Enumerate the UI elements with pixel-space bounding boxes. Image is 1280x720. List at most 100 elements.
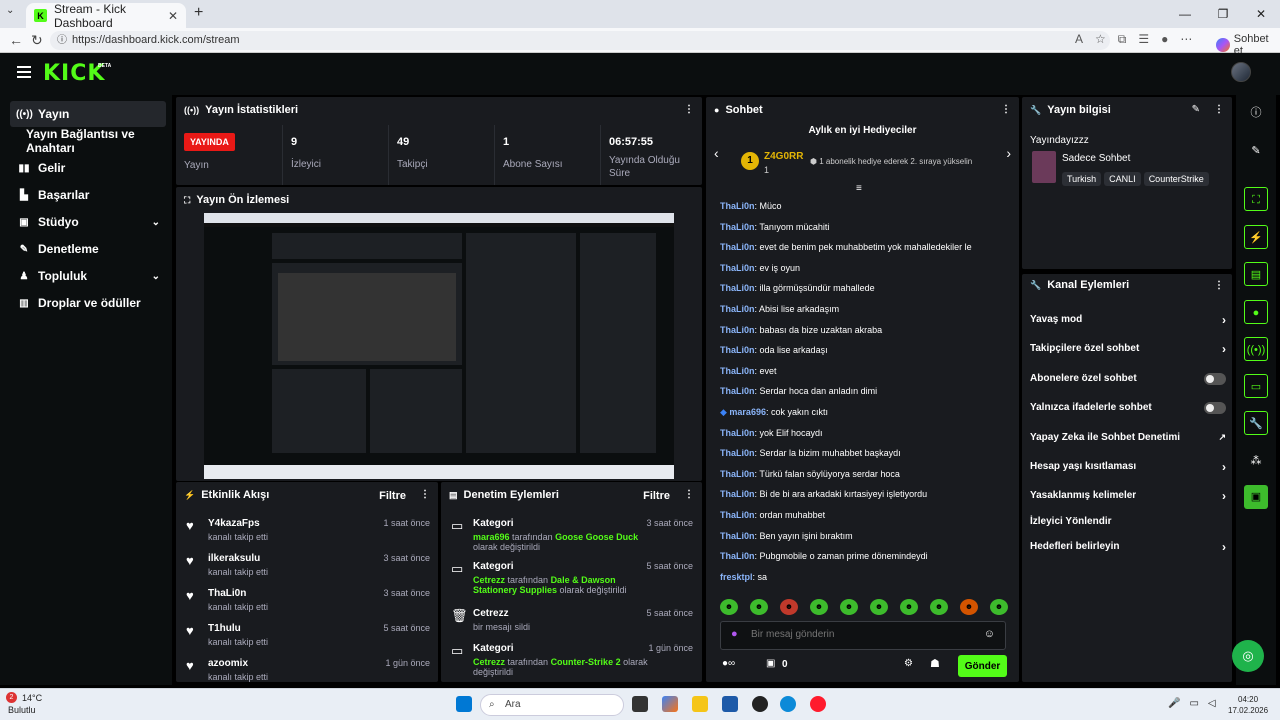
apps-icon[interactable]: ⁂: [1244, 449, 1268, 473]
info-icon[interactable]: ⓘ: [1244, 101, 1268, 125]
more-options-icon[interactable]: ⋮: [1001, 104, 1011, 115]
preview-widget-icon[interactable]: ⛶: [1244, 187, 1268, 211]
action-followers-only[interactable]: Takipçilere özel sohbet ›: [1030, 342, 1226, 356]
emote-icon[interactable]: ☻: [990, 599, 1008, 615]
emote-icon[interactable]: ☻: [930, 599, 948, 615]
menu-icon[interactable]: [17, 66, 31, 78]
favorite-star-icon[interactable]: ☆: [1095, 32, 1106, 47]
chevron-right-icon[interactable]: ›: [1006, 145, 1011, 161]
follower-name[interactable]: ilkeraksulu: [208, 553, 268, 564]
chat-username[interactable]: ThaLi0n: [720, 428, 755, 438]
pin-collapse-icon[interactable]: ≡: [856, 183, 862, 194]
minimize-icon[interactable]: —: [1166, 0, 1204, 28]
gift-shop-icon[interactable]: ▣: [766, 658, 775, 669]
url-field[interactable]: ⓘ https://dashboard.kick.com/stream: [50, 31, 1110, 50]
chat-username[interactable]: ThaLi0n: [720, 283, 755, 293]
more-options-icon[interactable]: ⋮: [1214, 280, 1224, 291]
emotes-only-toggle[interactable]: [1204, 401, 1226, 414]
action-goals[interactable]: Hedefleri belirleyin ›: [1030, 540, 1226, 554]
chat-username[interactable]: ThaLi0n: [720, 304, 755, 314]
sidebar-item-topluluk[interactable]: ♟ Topluluk ⌄: [10, 263, 166, 289]
chat-input[interactable]: [751, 629, 971, 640]
channel-actions-widget-icon[interactable]: 🔧: [1244, 411, 1268, 435]
sidebar-item-droplar[interactable]: ▥ Droplar ve ödüller: [10, 290, 166, 316]
game-widget-icon[interactable]: ▣: [1244, 485, 1268, 509]
back-icon[interactable]: ←: [9, 32, 23, 48]
infinite-points-icon[interactable]: ●∞: [722, 658, 735, 669]
chat-username[interactable]: mara696: [729, 407, 766, 417]
read-aloud-icon[interactable]: A: [1075, 32, 1083, 47]
follower-name[interactable]: ThaLi0n: [208, 588, 268, 599]
reload-icon[interactable]: ↻: [31, 32, 43, 49]
more-options-icon[interactable]: ⋮: [684, 104, 694, 115]
chevron-left-icon[interactable]: ‹: [714, 145, 719, 161]
network-icon[interactable]: ▭: [1189, 698, 1198, 709]
system-clock[interactable]: 04:20 17.02.2026: [1228, 694, 1268, 716]
emote-icon[interactable]: ☻: [900, 599, 918, 615]
copilot-app-icon[interactable]: [662, 696, 678, 712]
send-button[interactable]: Gönder: [958, 655, 1007, 677]
moderation-widget-icon[interactable]: ▤: [1244, 262, 1268, 286]
collections-icon[interactable]: ☰: [1138, 32, 1149, 47]
emote-icon[interactable]: ☻: [780, 599, 798, 615]
chat-username[interactable]: ThaLi0n: [720, 469, 755, 479]
chat-username[interactable]: ThaLi0n: [720, 222, 755, 232]
taskbar-search[interactable]: ⌕ Ara: [480, 694, 624, 716]
chat-username[interactable]: ThaLi0n: [720, 325, 755, 335]
chat-username[interactable]: ThaLi0n: [720, 242, 755, 252]
moderation-filter-button[interactable]: Filtre: [643, 490, 670, 502]
subscribers-only-toggle[interactable]: [1204, 372, 1226, 385]
close-tab-icon[interactable]: ✕: [168, 9, 178, 23]
bot-icon[interactable]: ☗: [930, 657, 940, 670]
profile-icon[interactable]: ●: [1161, 32, 1168, 47]
task-view-icon[interactable]: [632, 696, 648, 712]
microphone-icon[interactable]: ●: [731, 628, 738, 640]
sidebar-item-studyo[interactable]: ▣ Stüdyo ⌄: [10, 209, 166, 235]
chat-username[interactable]: ThaLi0n: [720, 510, 755, 520]
stream-info-widget-icon[interactable]: ▭: [1244, 374, 1268, 398]
sidebar-item-basarilar[interactable]: ▙ Başarılar: [10, 182, 166, 208]
emote-icon[interactable]: ☻: [750, 599, 768, 615]
emote-icon[interactable]: ☻: [810, 599, 828, 615]
follower-name[interactable]: Y4kazaFps: [208, 518, 268, 529]
action-account-age[interactable]: Hesap yaşı kısıtlaması ›: [1030, 460, 1226, 474]
emote-icon[interactable]: ☻: [960, 599, 978, 615]
tab-list-icon[interactable]: ⌄: [6, 5, 14, 16]
chat-username[interactable]: fresktpl: [720, 572, 753, 582]
more-icon[interactable]: ⋯: [1180, 32, 1192, 47]
edit-pencil-icon[interactable]: ✎: [1192, 104, 1200, 115]
stats-widget-icon[interactable]: ((•)): [1244, 337, 1268, 361]
help-chat-button[interactable]: ◎: [1232, 640, 1264, 672]
sidebar-item-stream-key[interactable]: Yayın Bağlantısı ve Anahtarı: [10, 127, 172, 155]
chat-username[interactable]: ThaLi0n: [720, 489, 755, 499]
sidebar-item-yayin[interactable]: ((•)) Yayın: [10, 101, 166, 127]
sidebar-item-denetleme[interactable]: ✎ Denetleme: [10, 236, 166, 262]
more-options-icon[interactable]: ⋮: [1214, 104, 1224, 115]
chat-username[interactable]: ThaLi0n: [720, 386, 755, 396]
maximize-icon[interactable]: ❐: [1204, 0, 1242, 28]
action-ai-moderation[interactable]: Yapay Zeka ile Sohbet Denetimi ↗: [1030, 432, 1226, 443]
store-icon[interactable]: [722, 696, 738, 712]
site-info-icon[interactable]: ⓘ: [57, 31, 67, 50]
emote-icon[interactable]: ☻: [840, 599, 858, 615]
close-window-icon[interactable]: ✕: [1242, 0, 1280, 28]
chat-username[interactable]: ThaLi0n: [720, 263, 755, 273]
follower-name[interactable]: T1hulu: [208, 623, 268, 634]
obs-icon[interactable]: [752, 696, 768, 712]
follower-name[interactable]: azoomix: [208, 658, 268, 669]
emoji-icon[interactable]: ☺: [984, 628, 995, 640]
file-explorer-icon[interactable]: [692, 696, 708, 712]
emote-icon[interactable]: ☻: [720, 599, 738, 615]
emote-icon[interactable]: ☻: [870, 599, 888, 615]
user-avatar[interactable]: [1231, 62, 1251, 82]
settings-gear-icon[interactable]: ⚙: [904, 658, 913, 669]
activity-widget-icon[interactable]: ⚡: [1244, 225, 1268, 249]
extensions-icon[interactable]: ⧉: [1118, 32, 1127, 47]
action-raid[interactable]: İzleyici Yönlendir: [1030, 516, 1226, 527]
edit-icon[interactable]: ✎: [1244, 139, 1268, 163]
chat-widget-icon[interactable]: ●: [1244, 300, 1268, 324]
weather-widget[interactable]: 2 14°C Bulutlu: [6, 692, 42, 715]
chat-username[interactable]: ThaLi0n: [720, 345, 755, 355]
top-gifter-name[interactable]: Z4G0RR: [764, 151, 803, 162]
opera-icon[interactable]: [810, 696, 826, 712]
